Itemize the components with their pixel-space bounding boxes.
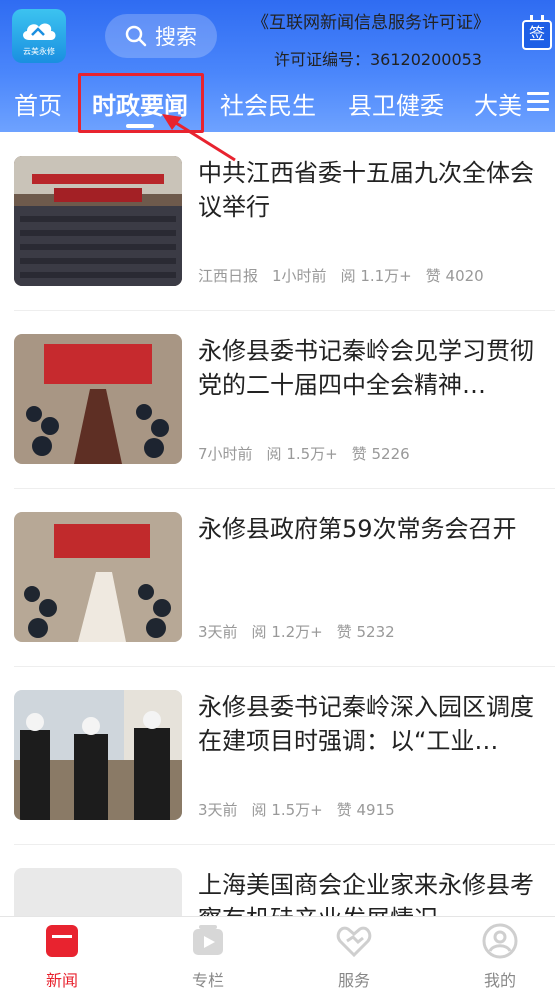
nav-column-label: 专栏 [191,971,224,990]
news-title[interactable]: 永修县委书记秦岭深入园区调度在建项目时强调：以“工业… [198,690,543,758]
search-label: 搜索 [155,25,197,49]
news-meta: 3天前阅 1.5万+ 赞 4915 [198,799,409,820]
highlight-box [78,73,204,133]
news-likes: 赞 4915 [336,801,395,819]
news-title[interactable]: 永修县政府第59次常务会召开 [198,512,543,546]
news-reads: 阅 1.5万+ [251,801,323,819]
license-number: 许可证编号：36120200053 [274,50,482,69]
news-reads: 阅 1.5万+ [266,445,338,463]
nav-news[interactable]: 新闻 [22,923,102,991]
app-logo[interactable]: 云美永修 [12,9,66,63]
bottom-nav: 新闻 专栏 服务 我的 [0,916,555,990]
news-time: 7小时前 [198,445,253,463]
logo-text: 云美永修 [23,47,55,56]
news-likes: 赞 5226 [351,445,410,463]
news-likes: 赞 5232 [336,623,395,641]
news-item[interactable]: 永修县政府第59次常务会召开 3天前阅 1.2万+ 赞 5232 [0,488,555,666]
news-item[interactable]: 上海美国商会企业家来永修县考察有机硅产业发展情况 [0,844,555,916]
news-item[interactable]: 永修县委书记秦岭会见学习贯彻党的二十届四中全会精神… 7小时前阅 1.5万+ 赞 … [0,310,555,488]
tab-society[interactable]: 社会民生 [220,86,316,121]
search-button[interactable]: 搜索 [105,14,217,58]
menu-icon[interactable] [527,92,549,112]
news-thumbnail [14,156,182,286]
news-time: 1小时前 [272,267,327,285]
news-time: 3天前 [198,623,238,641]
news-source: 江西日报 [198,267,259,285]
search-icon [125,25,147,47]
news-icon [46,925,78,957]
news-meta: 3天前阅 1.2万+ 赞 5232 [198,621,409,642]
license-title: 《互联网新闻信息服务许可证》 [252,13,490,33]
tab-home[interactable]: 首页 [14,86,62,121]
news-item[interactable]: 永修县委书记秦岭深入园区调度在建项目时强调：以“工业… 3天前阅 1.5万+ 赞 … [0,666,555,844]
nav-column[interactable]: 专栏 [168,923,248,991]
profile-icon [482,923,518,959]
news-likes: 赞 4020 [425,267,484,285]
news-thumbnail [14,868,182,916]
sign-in-calendar-icon[interactable]: 签 [522,15,552,50]
news-thumbnail [14,690,182,820]
nav-news-label: 新闻 [45,971,78,990]
nav-profile-label: 我的 [483,971,516,990]
news-item[interactable]: 中共江西省委十五届九次全体会议举行 江西日报 1小时前阅 1.1万+ 赞 4020 [0,132,555,310]
tab-health[interactable]: 县卫健委 [348,86,444,121]
news-reads: 阅 1.2万+ [251,623,323,641]
news-title[interactable]: 中共江西省委十五届九次全体会议举行 [198,156,543,224]
tab-beautiful[interactable]: 大美 [474,86,522,121]
nav-profile[interactable]: 我的 [460,923,540,991]
news-title[interactable]: 上海美国商会企业家来永修县考察有机硅产业发展情况 [198,868,543,916]
news-thumbnail [14,512,182,642]
news-reads: 阅 1.1万+ [340,267,412,285]
news-title[interactable]: 永修县委书记秦岭会见学习贯彻党的二十届四中全会精神… [198,334,543,402]
news-meta: 江西日报 1小时前阅 1.1万+ 赞 4020 [198,265,498,286]
news-thumbnail [14,334,182,464]
news-time: 3天前 [198,801,238,819]
nav-service-label: 服务 [337,971,370,990]
nav-service[interactable]: 服务 [314,923,394,991]
news-meta: 7小时前阅 1.5万+ 赞 5226 [198,443,424,464]
service-icon [336,926,372,958]
cloud-logo-icon [23,23,56,40]
column-icon [193,925,223,955]
